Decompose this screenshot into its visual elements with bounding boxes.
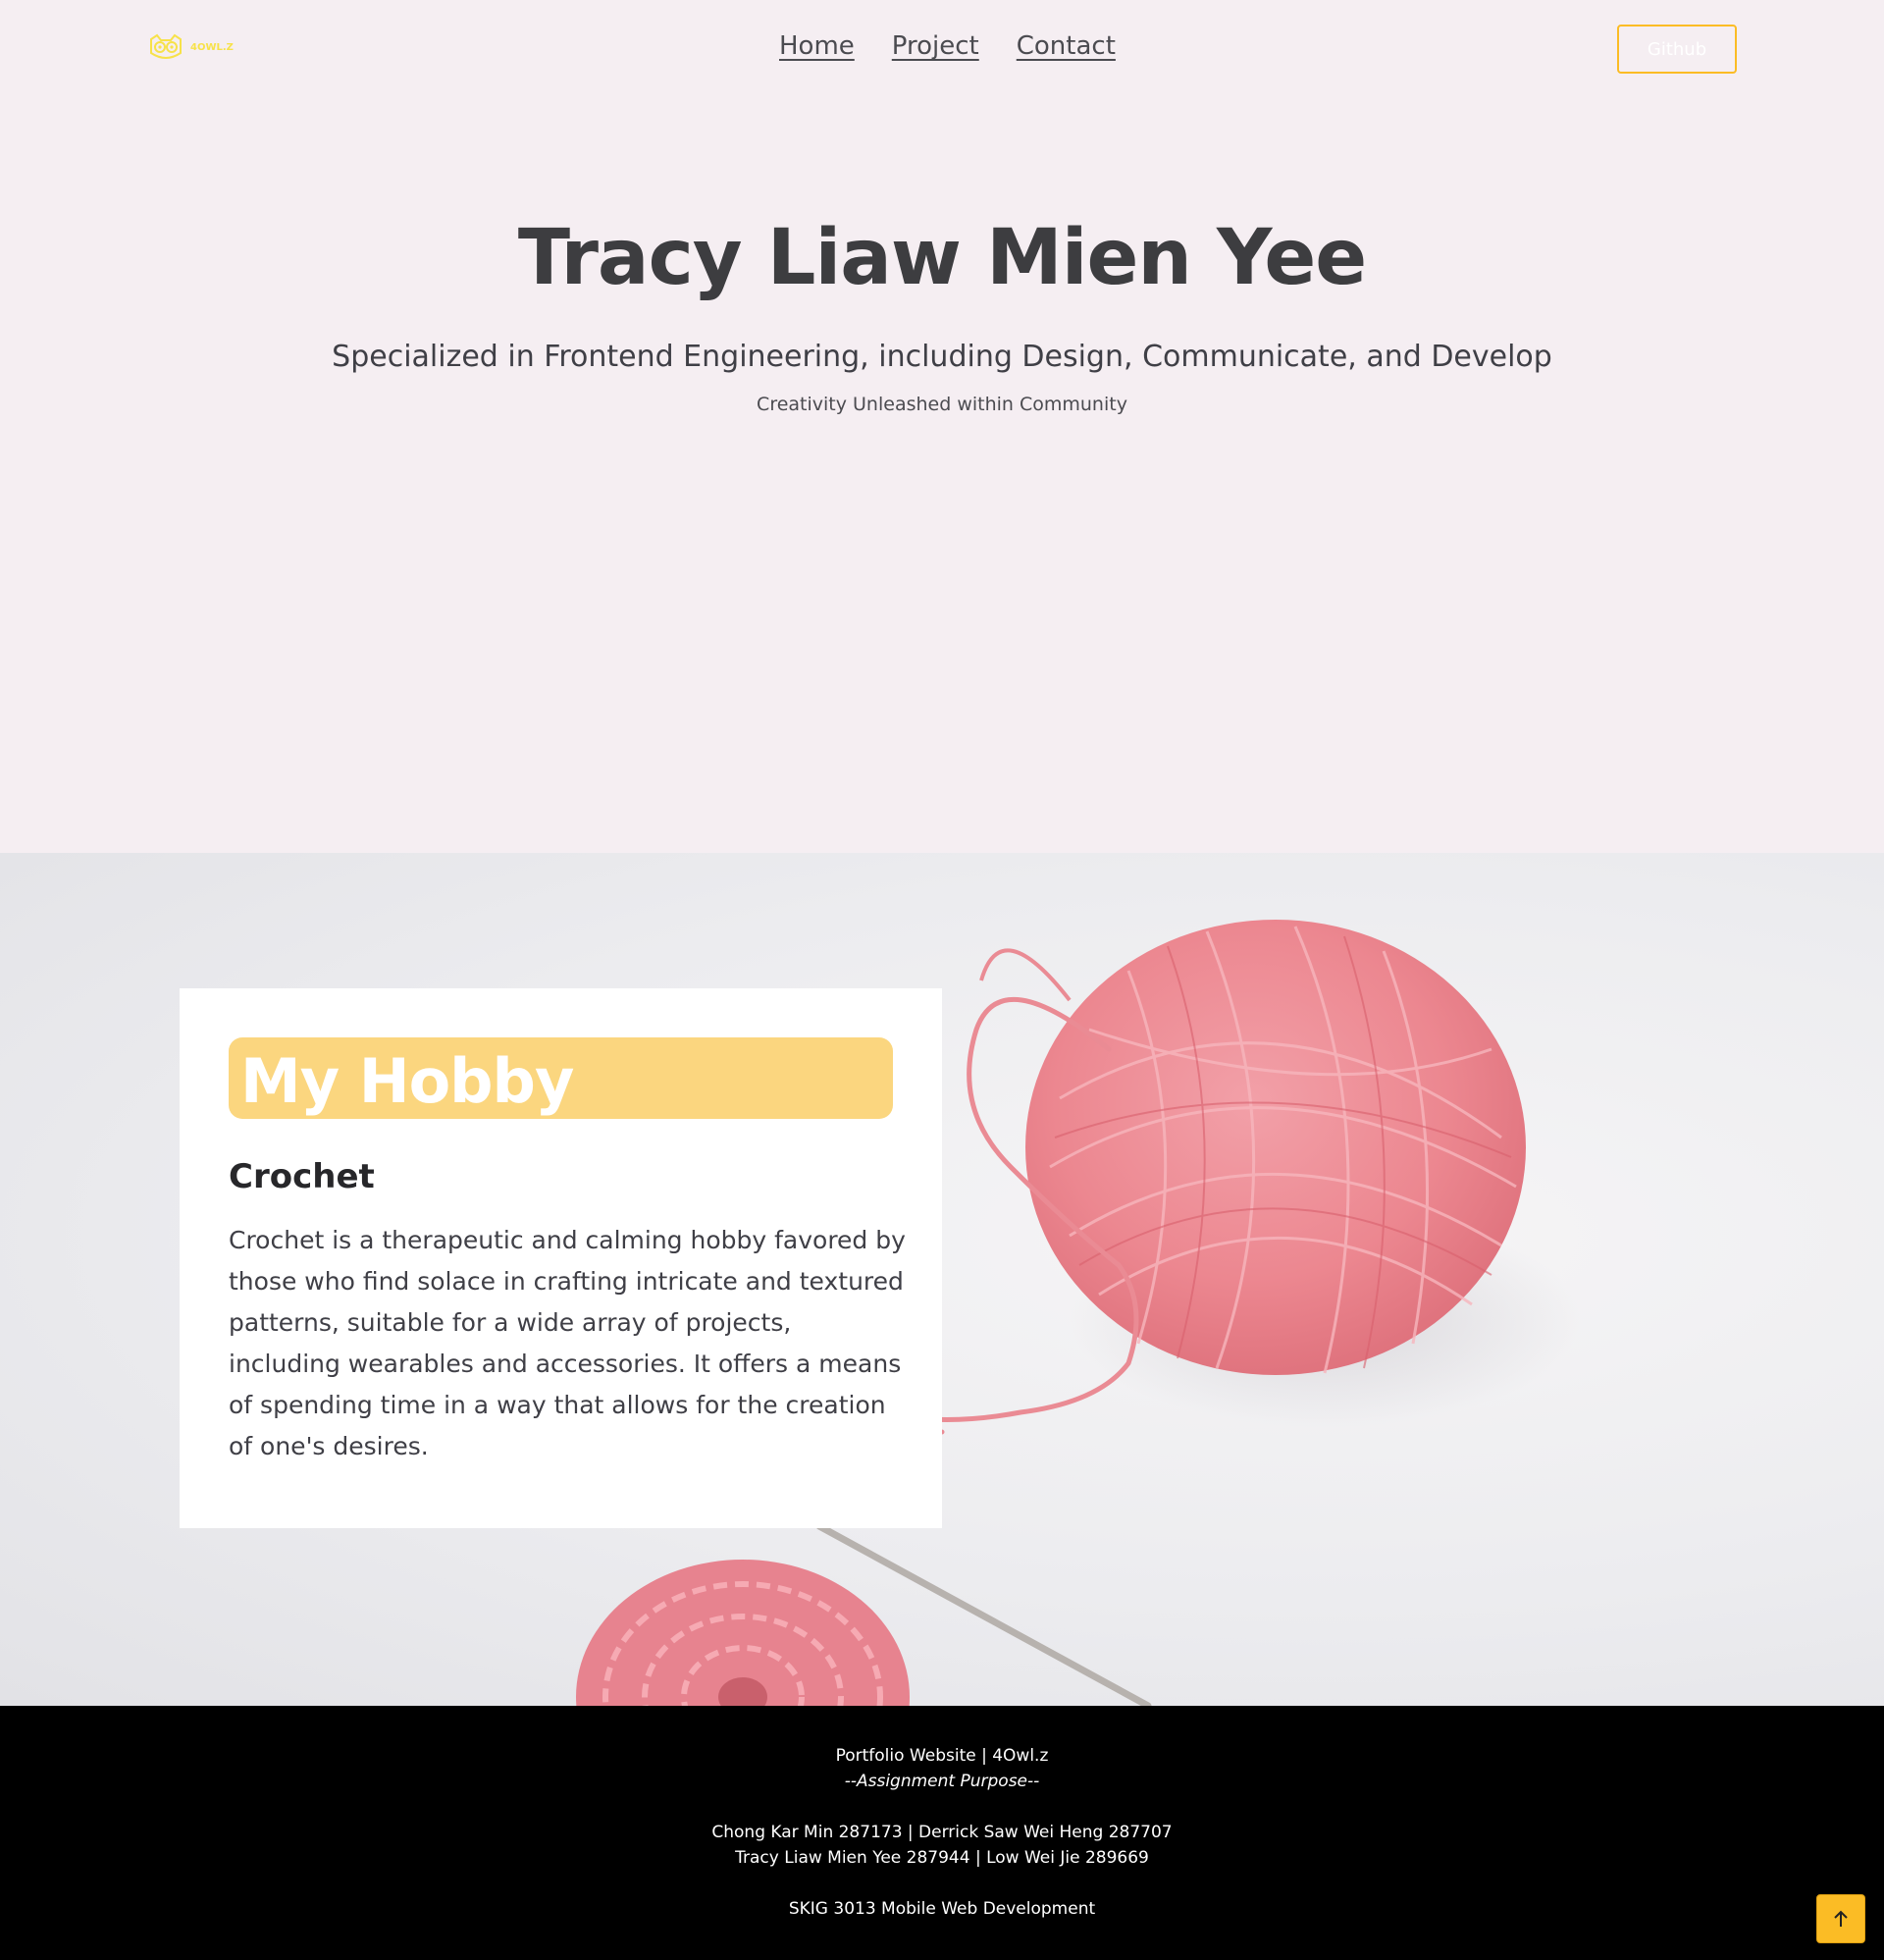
site-header: 4OWL.Z Home Project Contact Github	[0, 0, 1884, 98]
logo-link[interactable]: 4OWL.Z	[147, 33, 234, 61]
hero-tagline: Creativity Unleashed within Community	[757, 394, 1127, 415]
nav-link-contact[interactable]: Contact	[1017, 31, 1116, 61]
hobby-section: My Hobby Crochet Crochet is a therapeuti…	[0, 853, 1884, 1706]
nav-link-home[interactable]: Home	[779, 31, 855, 61]
hobby-description: Crochet is a therapeutic and calming hob…	[229, 1226, 906, 1460]
owl-logo-icon	[150, 33, 182, 59]
hero-section: Tracy Liaw Mien Yee Specialized in Front…	[0, 98, 1884, 853]
nav-link-project[interactable]: Project	[892, 31, 979, 61]
github-button[interactable]: Github	[1617, 25, 1737, 74]
hobby-name: Crochet	[229, 1157, 375, 1196]
hero-title: Tracy Liaw Mien Yee	[517, 214, 1367, 302]
back-to-top-button[interactable]	[1816, 1894, 1865, 1943]
hero-subtitle: Specialized in Frontend Engineering, inc…	[332, 340, 1552, 374]
hobby-heading-bar: My Hobby	[229, 1037, 893, 1119]
hobby-heading: My Hobby	[240, 1045, 574, 1117]
logo-text: 4OWL.Z	[190, 41, 234, 53]
main-nav: Home Project Contact	[779, 31, 1116, 61]
footer-members-line-2: Tracy Liaw Mien Yee 287944 | Low Wei Jie…	[735, 1848, 1149, 1868]
footer-course: SKIG 3013 Mobile Web Development	[788, 1899, 1096, 1919]
footer-site-line: Portfolio Website | 4Owl.z	[835, 1746, 1049, 1766]
footer-members-line-1: Chong Kar Min 287173 | Derrick Saw Wei H…	[711, 1823, 1173, 1842]
arrow-up-icon	[1834, 1910, 1848, 1927]
hobby-card: My Hobby Crochet Crochet is a therapeuti…	[180, 988, 942, 1528]
footer-purpose: --Assignment Purpose--	[844, 1772, 1040, 1791]
site-footer: Portfolio Website | 4Owl.z --Assignment …	[0, 1706, 1884, 1960]
